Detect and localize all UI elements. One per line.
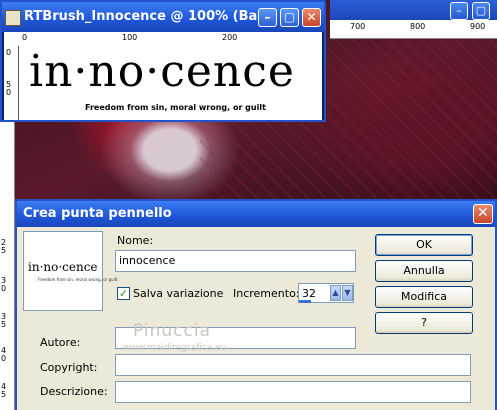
close-icon[interactable]: ✕ — [302, 8, 321, 27]
copyright-label: Copyright: — [40, 361, 98, 374]
minimize-icon[interactable]: – — [258, 8, 277, 27]
ruler-label: 200 — [222, 33, 238, 42]
watermark-site: www.maidiregrafica.eu — [123, 343, 227, 353]
ruler-label: 0 — [6, 48, 12, 57]
maximize-icon[interactable]: ▢ — [280, 8, 299, 27]
minimize-icon[interactable]: – — [450, 2, 468, 20]
increment-label: Incremento: — [233, 287, 300, 300]
preview-window-title: RTBrush_Innocence @ 100% (Bac... — [24, 9, 259, 24]
help-button[interactable]: ? — [375, 312, 473, 334]
checkmark-icon: ✓ — [118, 287, 129, 300]
name-field[interactable]: innocence — [115, 250, 356, 272]
back-window-ruler: 700 800 900 — [330, 20, 497, 39]
ruler-label: 5 — [1, 320, 7, 329]
dialog-title: Crea punta pennello — [23, 206, 172, 221]
ruler-label: 0 — [1, 284, 7, 293]
ruler-label: 5 — [1, 390, 7, 399]
ruler-label: 0 — [6, 88, 12, 97]
ok-button[interactable]: OK — [375, 234, 473, 256]
brush-preview-window[interactable]: RTBrush_Innocence @ 100% (Bac... – ▢ ✕ 0… — [0, 0, 326, 122]
ruler-label: 700 — [350, 22, 366, 31]
dialog-titlebar[interactable]: Crea punta pennello ✕ — [17, 201, 495, 227]
thumbnail-text: in·no·cence — [28, 260, 98, 274]
horizontal-ruler: 0 100 200 — [4, 32, 322, 47]
back-window-vertical-ruler: 2 5 3 0 3 5 4 0 4 5 — [0, 120, 15, 410]
increment-value[interactable]: 32 — [302, 287, 316, 300]
copyright-field[interactable] — [115, 354, 471, 376]
increment-stepper[interactable]: 32 ▲ ▼ — [298, 283, 354, 303]
vertical-ruler: 0 5 0 — [4, 46, 19, 120]
description-label: Descrizione: — [40, 385, 108, 398]
maximize-icon[interactable]: ▢ — [472, 2, 490, 20]
ruler-label: 800 — [410, 22, 426, 31]
save-variation-checkbox[interactable]: ✓ — [117, 287, 130, 300]
ruler-label: 900 — [470, 22, 486, 31]
brush-subtitle-text: Freedom from sin, moral wrong, or guilt — [85, 103, 266, 112]
save-variation-label[interactable]: Salva variazione — [133, 287, 223, 300]
description-field[interactable] — [115, 381, 471, 403]
increment-slider-bar[interactable] — [299, 300, 311, 303]
brush-canvas[interactable]: in·no·cence Freedom from sin, moral wron… — [19, 46, 322, 120]
brush-thumbnail: in·no·cence Freedom from sin, moral wron… — [23, 231, 117, 311]
cancel-button[interactable]: Annulla — [375, 260, 473, 282]
chevron-up-icon[interactable]: ▲ — [330, 285, 341, 301]
brush-main-text: in·no·cence — [29, 46, 295, 97]
ruler-label: 5 — [1, 246, 7, 255]
name-label: Nome: — [117, 234, 154, 247]
ruler-label: 0 — [1, 354, 7, 363]
ruler-label: 0 — [22, 33, 28, 42]
watermark-name: Pinuccia — [133, 321, 211, 341]
thumbnail-subtitle: Freedom from sin, moral wrong, or guilt — [38, 277, 118, 282]
edit-paths-button[interactable]: Modifica percorsi... — [375, 286, 473, 323]
close-icon[interactable]: ✕ — [473, 204, 493, 224]
chevron-down-icon[interactable]: ▼ — [342, 285, 353, 301]
back-window-titlebar[interactable]: – ▢ — [330, 0, 497, 20]
image-icon[interactable] — [5, 10, 21, 26]
ruler-label: 100 — [122, 33, 138, 42]
create-brush-dialog[interactable]: Crea punta pennello ✕ in·no·cence Freedo… — [15, 199, 497, 410]
preview-window-titlebar[interactable]: RTBrush_Innocence @ 100% (Bac... – ▢ ✕ — [2, 2, 324, 32]
author-label: Autore: — [40, 336, 81, 349]
